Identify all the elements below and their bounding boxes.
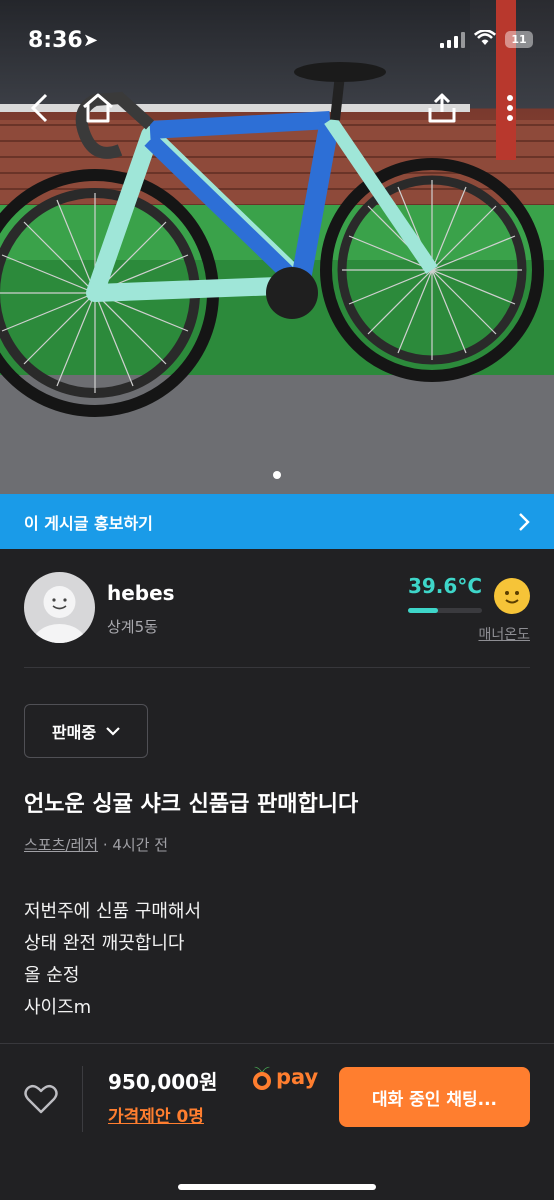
- manner-temperature: 39.6°C: [407, 574, 482, 598]
- promo-label: 이 게시글 홍보하기: [24, 513, 153, 533]
- description-line: 상태 완전 깨끗합니다: [24, 933, 185, 954]
- manner-temperature-link[interactable]: 매너온도: [478, 624, 530, 644]
- temperature-bar: [408, 608, 482, 613]
- pay-label: pay: [276, 1065, 319, 1089]
- status-bar: 8:36 ➤ 11: [0, 0, 554, 80]
- gallery-dot[interactable]: [273, 471, 281, 479]
- bottom-action-bar: 950,000원 pay 가격제안 0명 대화 중인 채팅...: [0, 1043, 554, 1200]
- avatar[interactable]: [24, 572, 95, 643]
- description-line: 저번주에 신품 구매해서: [24, 901, 202, 922]
- seller-location: 상계5동: [107, 618, 158, 636]
- home-icon: [83, 93, 113, 123]
- divider: [24, 667, 530, 668]
- more-vertical-icon: [507, 95, 513, 121]
- listing-description: 저번주에 신품 구매해서 상태 완전 깨끗합니다 올 순정 사이즈m: [24, 896, 201, 1024]
- carrot-pay-badge: pay: [252, 1064, 318, 1090]
- promote-post-banner[interactable]: 이 게시글 홍보하기: [0, 494, 554, 549]
- price-offer-link[interactable]: 가격제안 0명: [108, 1102, 204, 1127]
- share-icon: [428, 93, 456, 123]
- listing-title: 언노운 싱귤 샤크 신품급 판매합니다: [24, 792, 359, 817]
- seller-profile[interactable]: hebes 상계5동 39.6°C 매너온도: [24, 572, 530, 646]
- temperature-bar-fill: [408, 608, 438, 613]
- seller-name[interactable]: hebes: [107, 581, 175, 605]
- cellular-signal-icon: [440, 32, 465, 48]
- listing-meta: 스포츠/레저 · 4시간 전: [24, 834, 168, 855]
- wifi-icon: [474, 30, 496, 45]
- description-line: 사이즈m: [24, 997, 92, 1018]
- chevron-left-icon: [30, 93, 48, 123]
- chevron-right-icon: [519, 512, 530, 531]
- sale-status-dropdown[interactable]: 판매중: [24, 704, 148, 758]
- heart-icon[interactable]: [24, 1084, 58, 1114]
- default-avatar-icon: [32, 586, 87, 643]
- smiley-face-icon: [494, 578, 530, 614]
- battery-icon: 11: [505, 31, 533, 48]
- location-arrow-icon: ➤: [83, 30, 99, 51]
- price: 950,000원: [108, 1070, 218, 1094]
- share-button[interactable]: [422, 88, 462, 128]
- sale-status-label: 판매중: [51, 723, 97, 742]
- listing-posted-time: · 4시간 전: [102, 836, 169, 854]
- home-button[interactable]: [78, 88, 118, 128]
- description-line: 올 순정: [24, 965, 80, 986]
- carrot-icon: [253, 1066, 271, 1090]
- more-button[interactable]: [490, 88, 530, 128]
- chevron-down-icon: [106, 726, 120, 736]
- top-navigation: [0, 80, 554, 136]
- status-time: 8:36: [28, 28, 83, 53]
- gallery-indicator: [0, 464, 554, 483]
- back-button[interactable]: [20, 88, 60, 128]
- home-indicator: [178, 1184, 376, 1190]
- chat-button[interactable]: 대화 중인 채팅...: [339, 1067, 530, 1127]
- listing-category[interactable]: 스포츠/레저: [24, 836, 98, 854]
- vertical-divider: [82, 1066, 83, 1132]
